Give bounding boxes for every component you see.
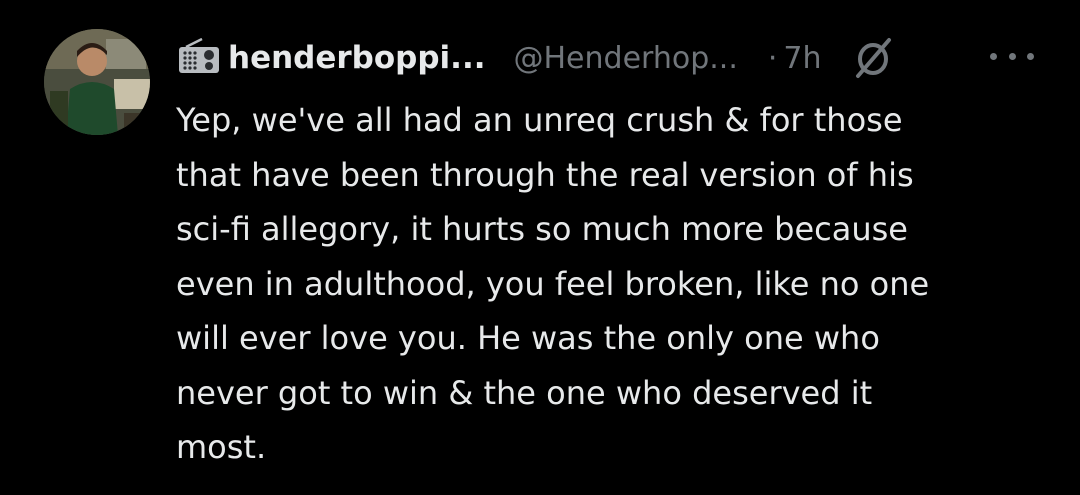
tweet-text-line: will ever love you. He was the only one … bbox=[176, 319, 880, 357]
radio-icon bbox=[176, 38, 222, 78]
tweet-text-line: most. bbox=[176, 428, 267, 466]
more-dot bbox=[1008, 52, 1016, 60]
tweet-text-line: even in adulthood, you feel broken, like… bbox=[176, 264, 930, 303]
user-handle[interactable]: @Henderhop... bbox=[514, 41, 738, 76]
tweet: henderboppi... @Henderhop... · 7h Yep, w… bbox=[0, 0, 1080, 495]
separator-dot: · bbox=[767, 40, 778, 76]
more-options-icon[interactable] bbox=[990, 38, 1034, 74]
tweet-text: Yep, we've all had an unreq crush & for … bbox=[176, 93, 1036, 475]
display-name[interactable]: henderboppi... bbox=[228, 40, 486, 76]
more-dot bbox=[990, 52, 997, 60]
tweet-text-line: Yep, we've all had an unreq crush & for … bbox=[176, 101, 903, 139]
timestamp[interactable]: 7h bbox=[783, 41, 821, 76]
tweet-header: henderboppi... @Henderhop... · 7h bbox=[176, 32, 1056, 84]
avatar[interactable] bbox=[44, 29, 150, 135]
slashed-circle-icon bbox=[850, 35, 896, 81]
avatar-image bbox=[44, 29, 150, 135]
more-dot bbox=[1027, 52, 1034, 60]
tweet-text-line: never got to win & the one who deserved … bbox=[176, 373, 873, 412]
tweet-text-line: sci-fi allegory, it hurts so much more b… bbox=[176, 210, 908, 248]
tweet-text-line: that have been through the real version … bbox=[176, 155, 914, 194]
